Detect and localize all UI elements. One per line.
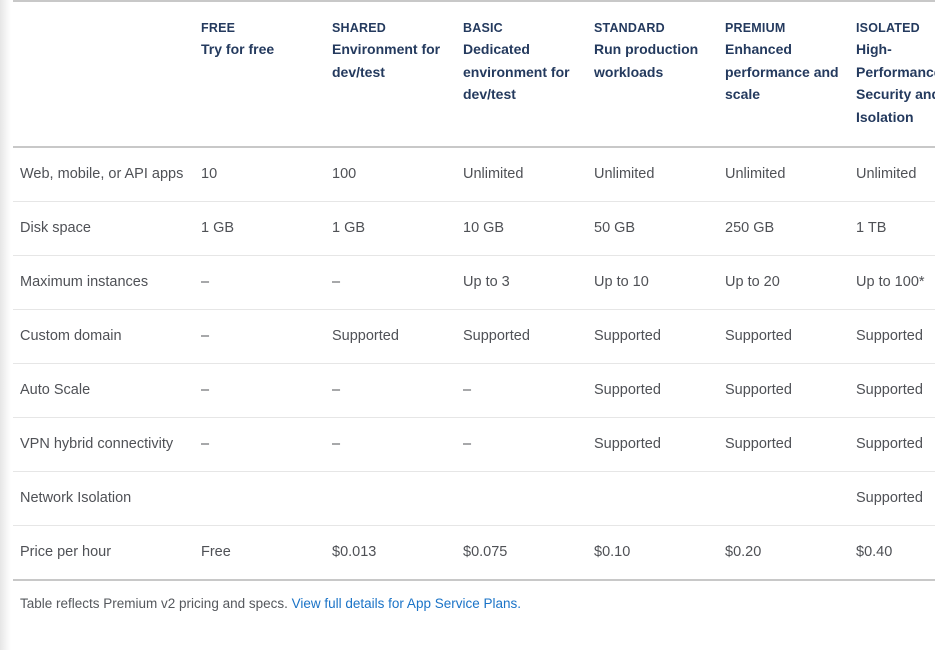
cell-vpn-free: – xyxy=(194,417,325,472)
cell-web-apps-free: 10 xyxy=(194,147,325,202)
column-header-premium: PREMIUM Enhanced performance and scale xyxy=(718,0,849,148)
cell-price-isolated: $0.40 xyxy=(849,525,935,581)
cell-price-basic: $0.075 xyxy=(456,525,587,581)
cell-auto-scale-standard: Supported xyxy=(587,363,718,418)
table-header: FREE Try for free SHARED Environment for… xyxy=(13,0,935,148)
table-header-row: FREE Try for free SHARED Environment for… xyxy=(13,0,935,148)
table-row: Network Isolation Supported xyxy=(13,471,935,526)
tier-name-basic: BASIC xyxy=(463,21,503,35)
tier-desc-basic: Dedicated environment for dev/test xyxy=(463,41,570,102)
tier-name-free: FREE xyxy=(201,21,236,35)
cell-price-free: Free xyxy=(194,525,325,581)
row-label-network-isolation: Network Isolation xyxy=(13,471,194,526)
cell-custom-domain-shared: Supported xyxy=(325,309,456,364)
cell-disk-space-free: 1 GB xyxy=(194,201,325,256)
tier-desc-free: Try for free xyxy=(201,41,275,57)
table-row: Maximum instances – – Up to 3 Up to 10 U… xyxy=(13,255,935,310)
tier-desc-shared: Environment for dev/test xyxy=(332,41,441,80)
cell-auto-scale-shared: – xyxy=(325,363,456,418)
tier-desc-standard: Run production workloads xyxy=(594,41,699,80)
cell-web-apps-isolated: Unlimited xyxy=(849,147,935,202)
cell-web-apps-basic: Unlimited xyxy=(456,147,587,202)
table-row: VPN hybrid connectivity – – – Supported … xyxy=(13,417,935,472)
row-label-disk-space: Disk space xyxy=(13,201,194,256)
cell-auto-scale-free: – xyxy=(194,363,325,418)
cell-web-apps-standard: Unlimited xyxy=(587,147,718,202)
cell-custom-domain-premium: Supported xyxy=(718,309,849,364)
cell-max-instances-free: – xyxy=(194,255,325,310)
column-header-isolated: ISOLATED High-Performance, Security and … xyxy=(849,0,935,148)
cell-vpn-basic: – xyxy=(456,417,587,472)
cell-auto-scale-premium: Supported xyxy=(718,363,849,418)
cell-price-standard: $0.10 xyxy=(587,525,718,581)
table-row: Web, mobile, or API apps 10 100 Unlimite… xyxy=(13,147,935,202)
cell-max-instances-isolated: Up to 100* xyxy=(849,255,935,310)
app-service-plans-details-link[interactable]: View full details for App Service Plans. xyxy=(292,596,521,611)
cell-custom-domain-isolated: Supported xyxy=(849,309,935,364)
table-row: Price per hour Free $0.013 $0.075 $0.10 … xyxy=(13,525,935,581)
table-row: Auto Scale – – – Supported Supported Sup… xyxy=(13,363,935,418)
cell-max-instances-basic: Up to 3 xyxy=(456,255,587,310)
cell-vpn-premium: Supported xyxy=(718,417,849,472)
app-service-plans-comparison-table: FREE Try for free SHARED Environment for… xyxy=(13,0,935,581)
cell-network-isolation-shared xyxy=(325,471,456,526)
cell-custom-domain-free: – xyxy=(194,309,325,364)
tier-name-standard: STANDARD xyxy=(594,21,665,35)
cell-max-instances-premium: Up to 20 xyxy=(718,255,849,310)
cell-web-apps-premium: Unlimited xyxy=(718,147,849,202)
cell-vpn-shared: – xyxy=(325,417,456,472)
tier-name-premium: PREMIUM xyxy=(725,21,786,35)
table-footnote: Table reflects Premium v2 pricing and sp… xyxy=(13,594,935,614)
column-header-basic: BASIC Dedicated environment for dev/test xyxy=(456,0,587,148)
cell-max-instances-shared: – xyxy=(325,255,456,310)
cell-disk-space-premium: 250 GB xyxy=(718,201,849,256)
cell-vpn-isolated: Supported xyxy=(849,417,935,472)
tier-desc-premium: Enhanced performance and scale xyxy=(725,41,839,102)
cell-custom-domain-basic: Supported xyxy=(456,309,587,364)
cell-network-isolation-standard xyxy=(587,471,718,526)
tier-name-isolated: ISOLATED xyxy=(856,21,920,35)
column-header-shared: SHARED Environment for dev/test xyxy=(325,0,456,148)
cell-disk-space-basic: 10 GB xyxy=(456,201,587,256)
column-header-free: FREE Try for free xyxy=(194,0,325,148)
footnote-text: Table reflects Premium v2 pricing and sp… xyxy=(20,596,292,611)
row-label-price-per-hour: Price per hour xyxy=(13,525,194,581)
cell-auto-scale-isolated: Supported xyxy=(849,363,935,418)
cell-network-isolation-premium xyxy=(718,471,849,526)
cell-max-instances-standard: Up to 10 xyxy=(587,255,718,310)
table-row: Disk space 1 GB 1 GB 10 GB 50 GB 250 GB … xyxy=(13,201,935,256)
pricing-comparison-page: FREE Try for free SHARED Environment for… xyxy=(0,0,935,650)
cell-network-isolation-free xyxy=(194,471,325,526)
column-header-feature xyxy=(13,0,194,148)
table-body: Web, mobile, or API apps 10 100 Unlimite… xyxy=(13,147,935,581)
cell-vpn-standard: Supported xyxy=(587,417,718,472)
row-label-vpn-hybrid-connectivity: VPN hybrid connectivity xyxy=(13,417,194,472)
column-header-standard: STANDARD Run production workloads xyxy=(587,0,718,148)
cell-disk-space-shared: 1 GB xyxy=(325,201,456,256)
row-label-custom-domain: Custom domain xyxy=(13,309,194,364)
cell-price-shared: $0.013 xyxy=(325,525,456,581)
cell-disk-space-isolated: 1 TB xyxy=(849,201,935,256)
cell-network-isolation-basic xyxy=(456,471,587,526)
tier-name-shared: SHARED xyxy=(332,21,386,35)
cell-disk-space-standard: 50 GB xyxy=(587,201,718,256)
cell-price-premium: $0.20 xyxy=(718,525,849,581)
row-label-auto-scale: Auto Scale xyxy=(13,363,194,418)
cell-network-isolation-isolated: Supported xyxy=(849,471,935,526)
row-label-web-mobile-api-apps: Web, mobile, or API apps xyxy=(13,147,194,202)
cell-web-apps-shared: 100 xyxy=(325,147,456,202)
cell-custom-domain-standard: Supported xyxy=(587,309,718,364)
cell-auto-scale-basic: – xyxy=(456,363,587,418)
row-label-maximum-instances: Maximum instances xyxy=(13,255,194,310)
tier-desc-isolated: High-Performance, Security and Isolation xyxy=(856,41,935,125)
table-row: Custom domain – Supported Supported Supp… xyxy=(13,309,935,364)
